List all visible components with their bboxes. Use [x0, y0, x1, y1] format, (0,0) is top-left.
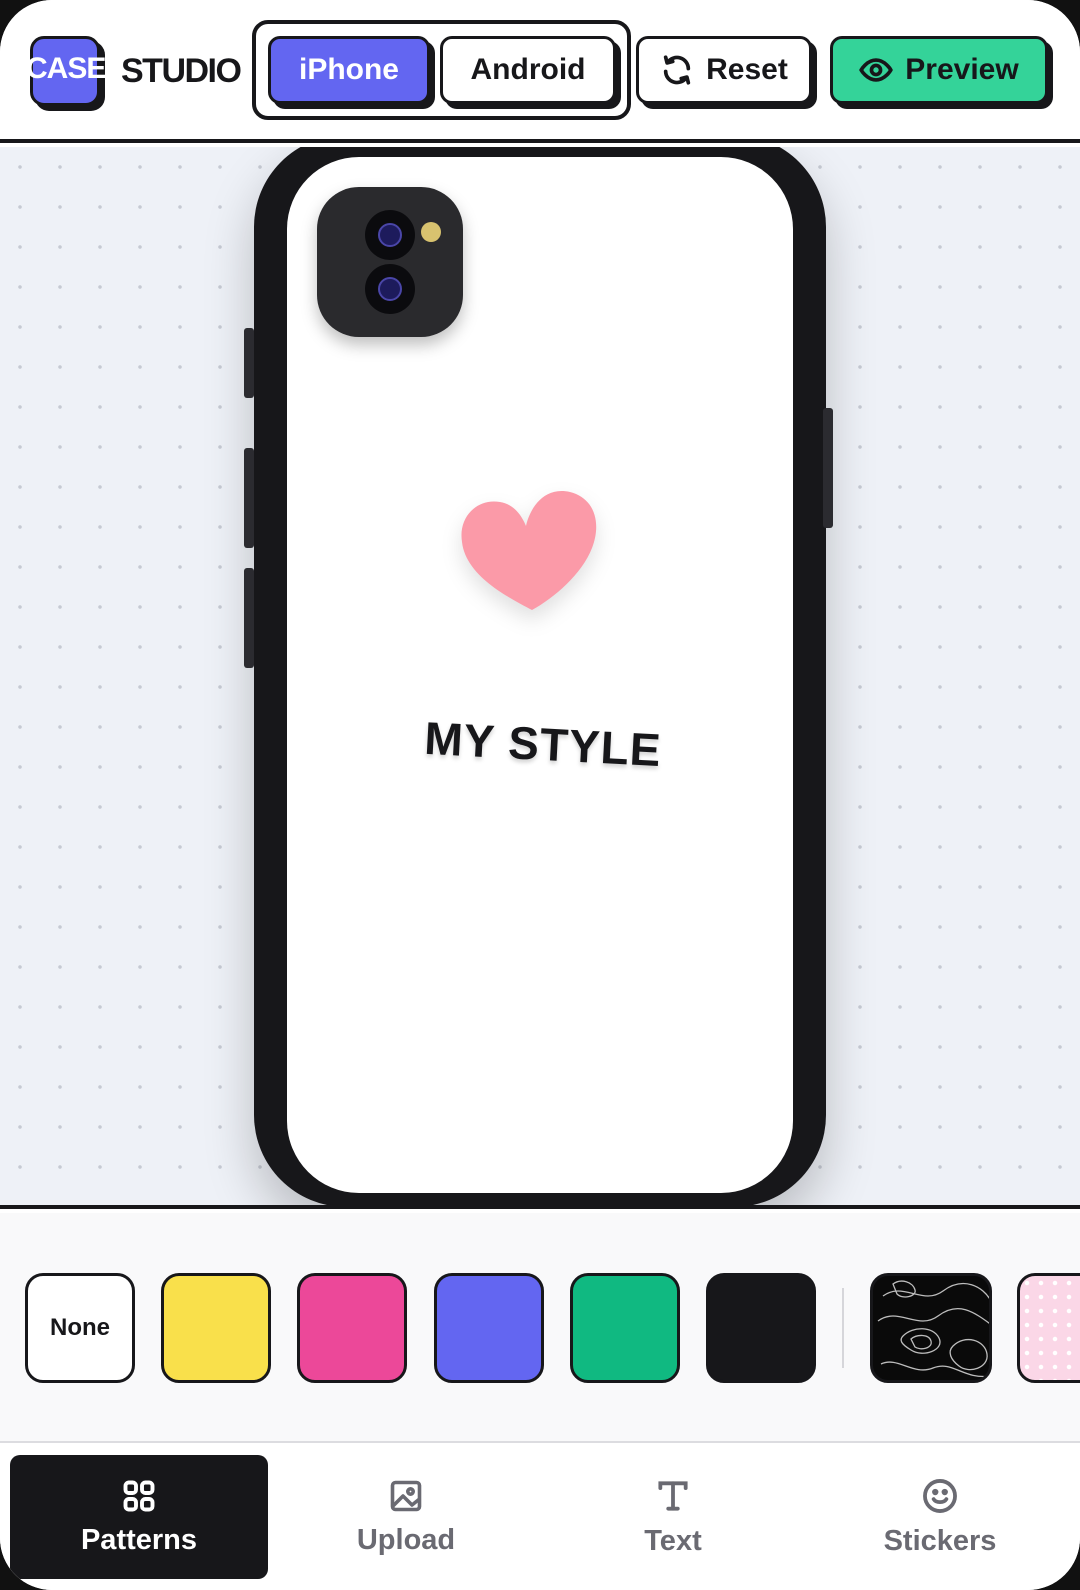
swatch-divider	[842, 1288, 844, 1368]
eye-icon	[859, 58, 893, 82]
iphone-button[interactable]: iPhone	[268, 36, 430, 104]
volume-button	[244, 448, 254, 548]
preview-button[interactable]: Preview	[830, 36, 1048, 104]
tab-upload[interactable]: Upload	[277, 1455, 535, 1579]
text-icon	[658, 1480, 688, 1511]
phone-case-mockup: MY STYLE	[244, 147, 833, 1205]
camera-flash	[421, 222, 441, 242]
swatch-topography-pattern[interactable]	[870, 1273, 992, 1383]
bottom-navigation: Patterns Upload Text Stickers	[0, 1445, 1080, 1590]
case-design-area[interactable]: MY STYLE	[287, 157, 793, 1193]
swatch-none[interactable]: None	[25, 1273, 135, 1383]
tab-stickers-label: Stickers	[883, 1524, 997, 1557]
camera-lens	[365, 210, 415, 260]
swatch-pink-dots-pattern[interactable]	[1017, 1273, 1080, 1383]
logo-studio-text: STUDIO	[121, 52, 242, 90]
tab-patterns-label: Patterns	[80, 1523, 198, 1556]
refresh-icon	[663, 55, 691, 85]
swatch-green[interactable]	[570, 1273, 680, 1383]
smiley-icon	[923, 1478, 957, 1513]
logo-case-text: CASE	[26, 52, 106, 85]
reset-label: Reset	[706, 53, 788, 86]
tab-text-label: Text	[644, 1524, 702, 1557]
swatch-black[interactable]	[706, 1273, 816, 1383]
heart-sticker[interactable]	[454, 482, 604, 622]
camera-module	[317, 187, 463, 337]
tab-text[interactable]: Text	[544, 1455, 802, 1579]
power-button	[823, 408, 833, 528]
tab-upload-label: Upload	[356, 1523, 456, 1556]
tab-patterns[interactable]: Patterns	[10, 1455, 268, 1579]
reset-button[interactable]: Reset	[636, 36, 812, 104]
tab-stickers[interactable]: Stickers	[811, 1455, 1069, 1579]
top-toolbar: CASE STUDIO iPhone Android Reset Preview	[0, 0, 1080, 143]
volume-button	[244, 568, 254, 668]
preview-label: Preview	[905, 53, 1019, 86]
pattern-swatch-row: None	[0, 1213, 1080, 1443]
camera-lens	[365, 264, 415, 314]
android-button[interactable]: Android	[440, 36, 616, 104]
design-canvas: MY STYLE	[0, 147, 1080, 1209]
swatch-none-label: None	[50, 1314, 110, 1341]
swatch-indigo[interactable]	[434, 1273, 544, 1383]
image-icon	[390, 1480, 422, 1511]
case-text-element[interactable]: MY STYLE	[412, 710, 674, 778]
topography-pattern-icon	[877, 1280, 989, 1378]
volume-button	[244, 328, 254, 398]
swatch-pink[interactable]	[297, 1273, 407, 1383]
grid-icon	[123, 1480, 155, 1511]
swatch-yellow[interactable]	[161, 1273, 271, 1383]
case-studio-app: CASE STUDIO iPhone Android Reset Preview	[0, 0, 1080, 1590]
